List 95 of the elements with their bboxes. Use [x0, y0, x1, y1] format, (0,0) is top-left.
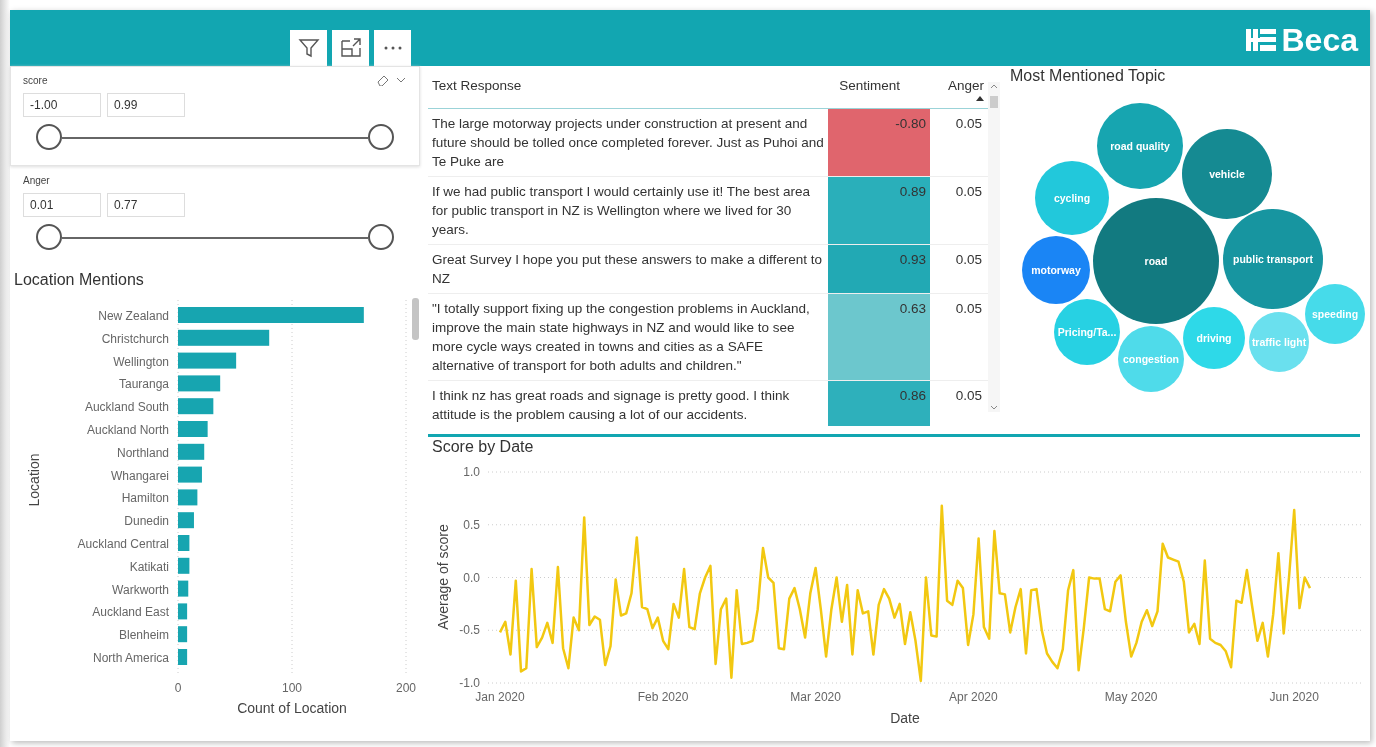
table-cell: -0.80 — [828, 109, 930, 176]
scrollbar-thumb[interactable] — [412, 298, 419, 340]
bar — [178, 443, 205, 460]
max-value-field[interactable]: 0.77 — [107, 193, 185, 217]
column-header[interactable]: Sentiment — [828, 72, 930, 106]
table-cell-text: I think nz has great roads and signage is pretty good. I think attitude is the problem causing a lot of our accidents. — [431, 387, 791, 424]
axis-label: North America — [92, 651, 169, 665]
min-value-field[interactable]: -1.00 — [23, 93, 101, 117]
slider-thumb[interactable] — [368, 124, 394, 150]
topic-bubble[interactable]: road quality — [1097, 103, 1183, 189]
filter-icon — [297, 37, 320, 59]
tick-label: -1.0 — [459, 676, 480, 690]
axis-label: Katikati — [129, 559, 169, 574]
axis-title: Average of score — [435, 524, 451, 630]
table-cell: 0.86 — [828, 381, 930, 426]
tick-label: May 2020 — [1104, 690, 1158, 704]
max-value-field[interactable]: 0.99 — [107, 93, 185, 117]
axis-label: Wellington — [113, 354, 169, 369]
tick-label: -0.5 — [459, 623, 480, 638]
table-cell-text: 0.05 — [954, 300, 983, 318]
bar — [178, 375, 221, 392]
tick-label: Feb 2020 — [637, 690, 689, 704]
filter-button[interactable] — [290, 30, 327, 66]
axis-label: Whangarei — [110, 468, 169, 483]
scrollbar[interactable] — [988, 82, 1000, 412]
tick-label: 0.0 — [463, 570, 480, 585]
table-cell-text: 0.05 — [954, 183, 983, 201]
axis-label: Blenheim — [118, 628, 169, 643]
column-header[interactable]: Text Response — [428, 72, 828, 106]
chart-title: Score by Date — [431, 437, 535, 457]
topic-bubble[interactable]: motorway — [1022, 236, 1090, 304]
bar — [178, 649, 188, 665]
logo-icon — [1245, 27, 1276, 53]
axis-label: Christchurch — [101, 331, 169, 346]
axis-label: Auckland East — [92, 605, 169, 620]
table-cell: 0.63 — [828, 294, 930, 380]
table-cell: 0.93 — [828, 245, 930, 293]
bar — [178, 352, 237, 369]
axis-label: Auckland Central — [77, 537, 169, 551]
table-cell-text: "I totally support fixing up the congestion problems in Auckland, improve the main state highways in NZ and would like to see more cycle ways created in towns and cities as a SAFE alternative of transport for both adults and children." — [431, 300, 811, 375]
axis-label: Auckland South — [84, 400, 169, 415]
table-cell-text: 0.05 — [954, 251, 983, 269]
table-cell-text: 0.05 — [954, 387, 983, 405]
bar — [178, 580, 189, 597]
topic-bubble[interactable]: public transport — [1223, 209, 1323, 309]
topic-bubble[interactable]: road — [1093, 198, 1219, 324]
expand-icon — [339, 37, 362, 59]
table-cell-text: Great Survey I hope you put these answers to make a different to NZ — [431, 251, 823, 288]
tick-label: 1.0 — [463, 465, 480, 479]
axis-title: Location — [26, 453, 42, 507]
tick-label: Jan 2020 — [475, 690, 525, 704]
slider-thumb[interactable] — [36, 224, 62, 250]
bar — [178, 603, 188, 620]
bar — [178, 421, 208, 437]
bar — [178, 512, 194, 529]
axis-label: Hamilton — [121, 491, 169, 506]
bar — [178, 398, 214, 415]
axis-title: Date — [890, 710, 920, 726]
slider-thumb[interactable] — [368, 224, 394, 250]
tick-label: Apr 2020 — [949, 690, 998, 704]
scrollbar-thumb[interactable] — [990, 96, 998, 108]
slicer-title: score — [23, 74, 48, 86]
eraser-icon[interactable] — [377, 74, 389, 86]
chart-title: Location Mentions — [13, 270, 145, 290]
axis-title: Count of Location — [237, 700, 347, 716]
bar — [178, 535, 190, 551]
table-cell-text: If we had public transport I would certainly use it! The best area for public transport in NZ is Wellington where we lived for 30 years. — [431, 183, 811, 239]
axis-label: New Zealand — [98, 309, 169, 323]
chart-title: Most Mentioned Topic — [1009, 66, 1167, 86]
axis-label: Dunedin — [124, 514, 169, 529]
tick-label: Mar 2020 — [790, 690, 841, 704]
min-value-field[interactable]: 0.01 — [23, 193, 101, 217]
slicer-title: Anger — [23, 174, 50, 186]
tick-label: 200 — [396, 681, 416, 695]
tick-label: Jun 2020 — [1269, 690, 1319, 704]
chevron-up-icon[interactable] — [989, 82, 999, 90]
axis-label: Auckland North — [86, 423, 169, 437]
axis-label: Warkworth — [112, 582, 169, 597]
tick-label: 0.5 — [463, 517, 480, 532]
table-cell-text: 0.05 — [954, 115, 983, 133]
bar — [178, 466, 202, 483]
table-cell: 0.89 — [828, 177, 930, 244]
slider-thumb[interactable] — [36, 124, 62, 150]
bar — [178, 626, 188, 643]
bar — [178, 489, 198, 506]
topic-bubble[interactable]: vehicle — [1182, 129, 1272, 219]
table-cell-text: The large motorway projects under construction at present and future should be tolled once completed forever. Just as Puhoi and Te Puke are — [431, 115, 825, 171]
focus-mode-button[interactable] — [332, 30, 369, 66]
axis-label: Northland — [116, 445, 169, 460]
axis-label: Tauranga — [118, 377, 169, 392]
logo-text: Beca — [1281, 24, 1358, 56]
chevron-down-icon[interactable] — [989, 404, 999, 412]
tick-label: 100 — [282, 681, 302, 695]
bar — [178, 557, 190, 574]
tick-label: 0 — [174, 681, 182, 695]
